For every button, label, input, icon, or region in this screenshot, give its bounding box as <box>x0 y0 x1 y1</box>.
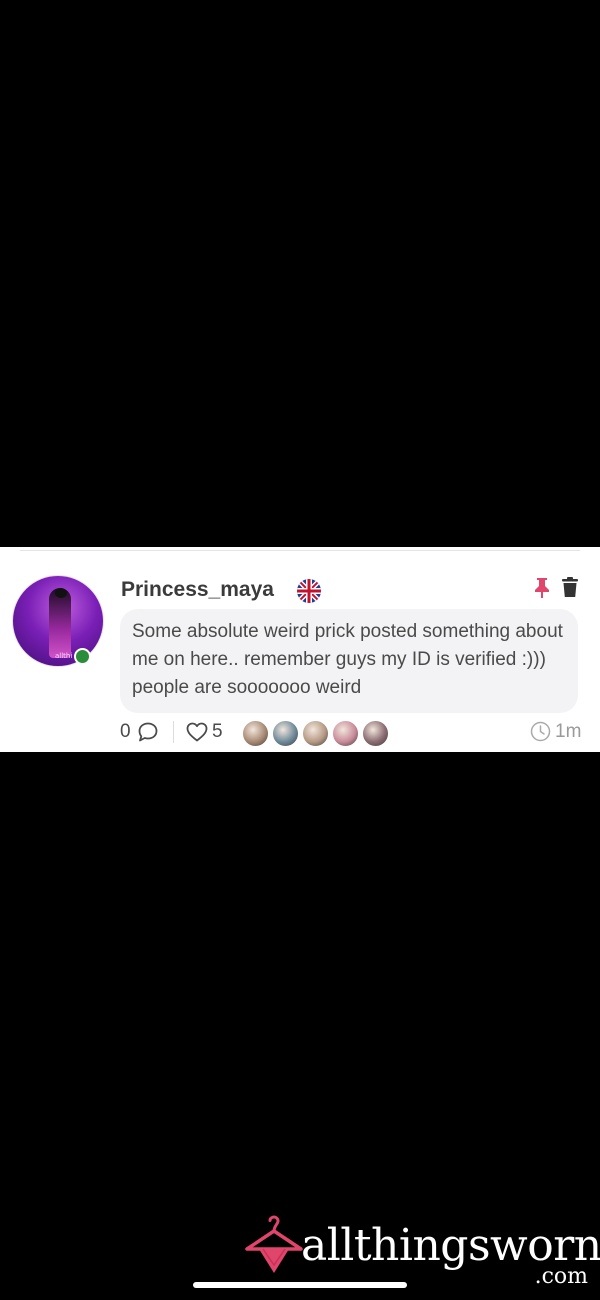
post-card: allthi Princess_maya Some absolute weird… <box>0 547 600 752</box>
liker-avatar[interactable] <box>272 720 299 747</box>
avatar-face-mask <box>55 588 67 598</box>
post-text: Some absolute weird prick posted somethi… <box>132 621 563 698</box>
uk-flag-icon <box>297 579 321 603</box>
post-time: 1m <box>555 721 582 742</box>
liker-avatar[interactable] <box>302 720 329 747</box>
liker-avatar[interactable] <box>362 720 389 747</box>
liker-avatar[interactable] <box>332 720 359 747</box>
avatar-watermark: allthi <box>55 652 73 660</box>
comment-icon[interactable] <box>137 721 159 743</box>
online-status-dot <box>74 648 91 665</box>
trash-icon[interactable] <box>560 576 580 598</box>
allthingsworn-logo: allthingsworn .com <box>245 1210 600 1290</box>
heart-icon[interactable] <box>186 722 208 742</box>
hanger-logo-icon <box>245 1215 303 1273</box>
stat-divider <box>173 721 174 743</box>
pin-icon[interactable] <box>532 577 552 599</box>
avatar-figure <box>49 588 71 658</box>
username[interactable]: Princess_maya <box>121 578 274 602</box>
clock-icon <box>530 721 551 742</box>
home-indicator[interactable] <box>193 1282 407 1288</box>
liker-avatars[interactable] <box>242 720 392 747</box>
like-count: 5 <box>212 721 223 742</box>
comment-count: 0 <box>120 721 131 742</box>
divider <box>20 550 580 551</box>
logo-domain: .com <box>534 1264 588 1289</box>
liker-avatar[interactable] <box>242 720 269 747</box>
